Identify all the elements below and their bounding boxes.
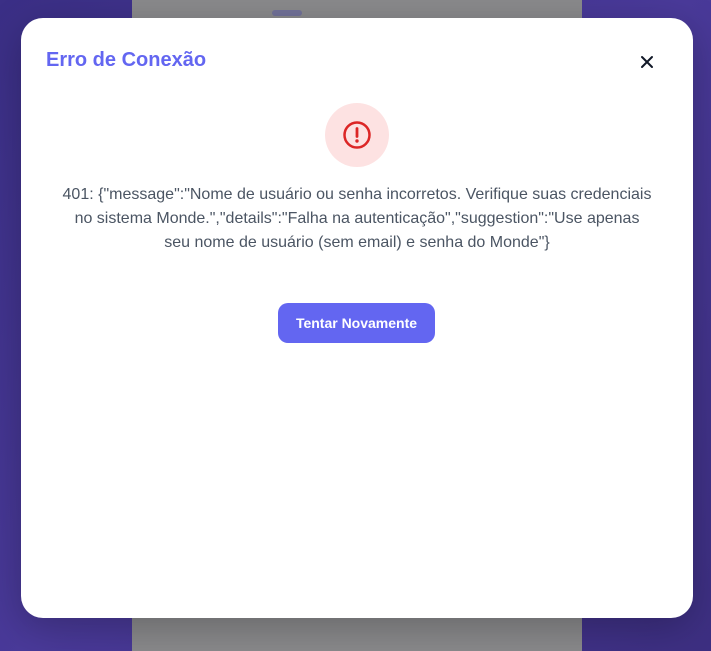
alert-icon-badge — [325, 103, 389, 167]
close-icon — [641, 56, 653, 68]
alert-circle-icon — [343, 121, 371, 149]
close-button[interactable] — [637, 52, 657, 72]
dialog-title: Erro de Conexão — [46, 49, 207, 71]
background-decoration — [272, 10, 302, 16]
retry-button[interactable]: Tentar Novamente — [278, 303, 435, 343]
error-message: 401: {"message":"Nome de usuário ou senh… — [62, 186, 652, 251]
error-dialog: Erro de Conexão 401: {"message":"Nome de… — [21, 18, 693, 618]
